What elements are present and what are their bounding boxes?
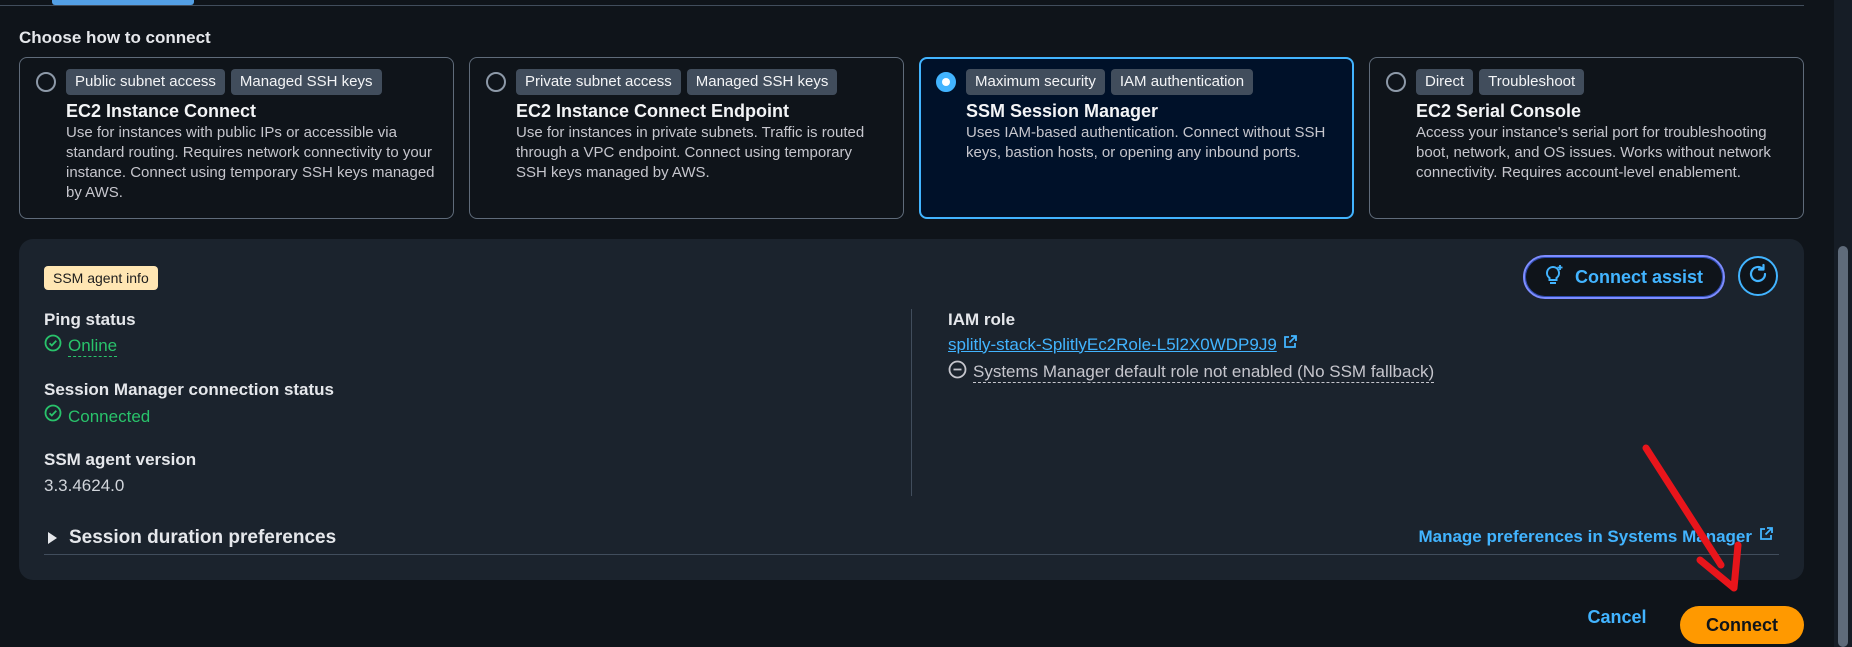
method-tile-ec2-serial-console[interactable]: Direct Troubleshoot EC2 Serial Console A… [1369, 57, 1804, 219]
method-title: SSM Session Manager [966, 101, 1159, 121]
iam-role-value: splitly-stack-SplitlyEc2Role-L5l2X0WDP9J… [948, 334, 1277, 354]
session-status-value-row: Connected [44, 404, 334, 429]
column-divider [911, 309, 912, 496]
badge: Managed SSH keys [686, 69, 838, 95]
check-circle-icon [44, 404, 62, 429]
method-title: EC2 Serial Console [1416, 101, 1582, 121]
connection-method-tiles: Public subnet access Managed SSH keys EC… [19, 57, 1804, 219]
method-tile-ec2-instance-connect[interactable]: Public subnet access Managed SSH keys EC… [19, 57, 454, 219]
method-description: Use for instances with public IPs or acc… [66, 124, 435, 201]
radio-ec2-serial-console[interactable] [1386, 72, 1406, 92]
check-circle-icon [44, 334, 62, 359]
session-status-value: Connected [68, 406, 151, 426]
method-description: Access your instance's serial port for t… [1416, 124, 1771, 181]
agent-version-value: 3.3.4624.0 [44, 476, 125, 495]
agent-version: SSM agent version 3.3.4624.0 [44, 449, 196, 498]
method-tile-ec2-instance-connect-endpoint[interactable]: Private subnet access Managed SSH keys E… [469, 57, 904, 219]
iam-role-link[interactable]: splitly-stack-SplitlyEc2Role-L5l2X0WDP9J… [948, 334, 1434, 355]
agent-version-label: SSM agent version [44, 450, 197, 469]
ping-status-value-row: Online [44, 334, 136, 359]
badge: Managed SSH keys [230, 69, 382, 95]
default-role-note-text[interactable]: Systems Manager default role not enabled… [973, 362, 1435, 383]
connect-assist-button[interactable]: Connect assist [1523, 255, 1725, 299]
method-description: Uses IAM-based authentication. Connect w… [966, 124, 1326, 161]
session-status-label: Session Manager connection status [44, 380, 335, 399]
ssm-agent-info-badge: SSM agent info [44, 266, 158, 290]
connect-button[interactable]: Connect [1680, 606, 1804, 644]
iam-role-label: IAM role [948, 310, 1016, 329]
badge: Maximum security [966, 69, 1105, 95]
radio-ec2-instance-connect-endpoint[interactable] [486, 72, 506, 92]
badge: Private subnet access [516, 69, 681, 95]
lightbulb-sparkle-icon [1545, 264, 1565, 291]
method-description: Use for instances in private subnets. Tr… [516, 124, 865, 181]
external-link-icon [1282, 334, 1298, 355]
badge: IAM authentication [1110, 69, 1254, 95]
method-title: EC2 Instance Connect Endpoint [516, 101, 790, 121]
scrollbar-thumb[interactable] [1838, 246, 1848, 647]
connect-assist-label: Connect assist [1574, 266, 1704, 287]
refresh-button[interactable] [1738, 256, 1778, 296]
ssm-agent-panel: SSM agent info Connect assist Ping statu… [19, 239, 1804, 580]
session-duration-label[interactable]: Session duration preferences [69, 527, 336, 549]
external-link-icon [1758, 526, 1774, 547]
scrollbar-track[interactable] [1834, 0, 1852, 647]
method-title: EC2 Instance Connect [66, 101, 257, 121]
method-tile-ssm-session-manager[interactable]: Maximum security IAM authentication SSM … [919, 57, 1354, 219]
ping-status: Ping status Online [44, 309, 136, 359]
minus-circle-icon [948, 360, 967, 384]
session-status: Session Manager connection status Connec… [44, 379, 334, 429]
top-tab-underline [0, 0, 1804, 6]
radio-ec2-instance-connect[interactable] [36, 72, 56, 92]
manage-preferences-label: Manage preferences in Systems Manager [1418, 526, 1752, 546]
active-tab-indicator [52, 0, 194, 5]
badge: Troubleshoot [1479, 69, 1585, 95]
badge: Public subnet access [66, 69, 225, 95]
section-title: Choose how to connect [19, 28, 211, 47]
ping-status-value[interactable]: Online [68, 336, 118, 357]
refresh-icon [1747, 263, 1769, 290]
radio-ssm-session-manager[interactable] [936, 72, 956, 92]
ping-status-label: Ping status [44, 310, 136, 329]
manage-preferences-link[interactable]: Manage preferences in Systems Manager [1418, 526, 1774, 547]
default-role-note: Systems Manager default role not enabled… [948, 360, 1435, 384]
badge: Direct [1416, 69, 1474, 95]
caret-right-icon [48, 531, 57, 544]
cancel-button[interactable]: Cancel [1577, 607, 1657, 628]
iam-role: IAM role splitly-stack-SplitlyEc2Role-L5… [948, 309, 1435, 384]
